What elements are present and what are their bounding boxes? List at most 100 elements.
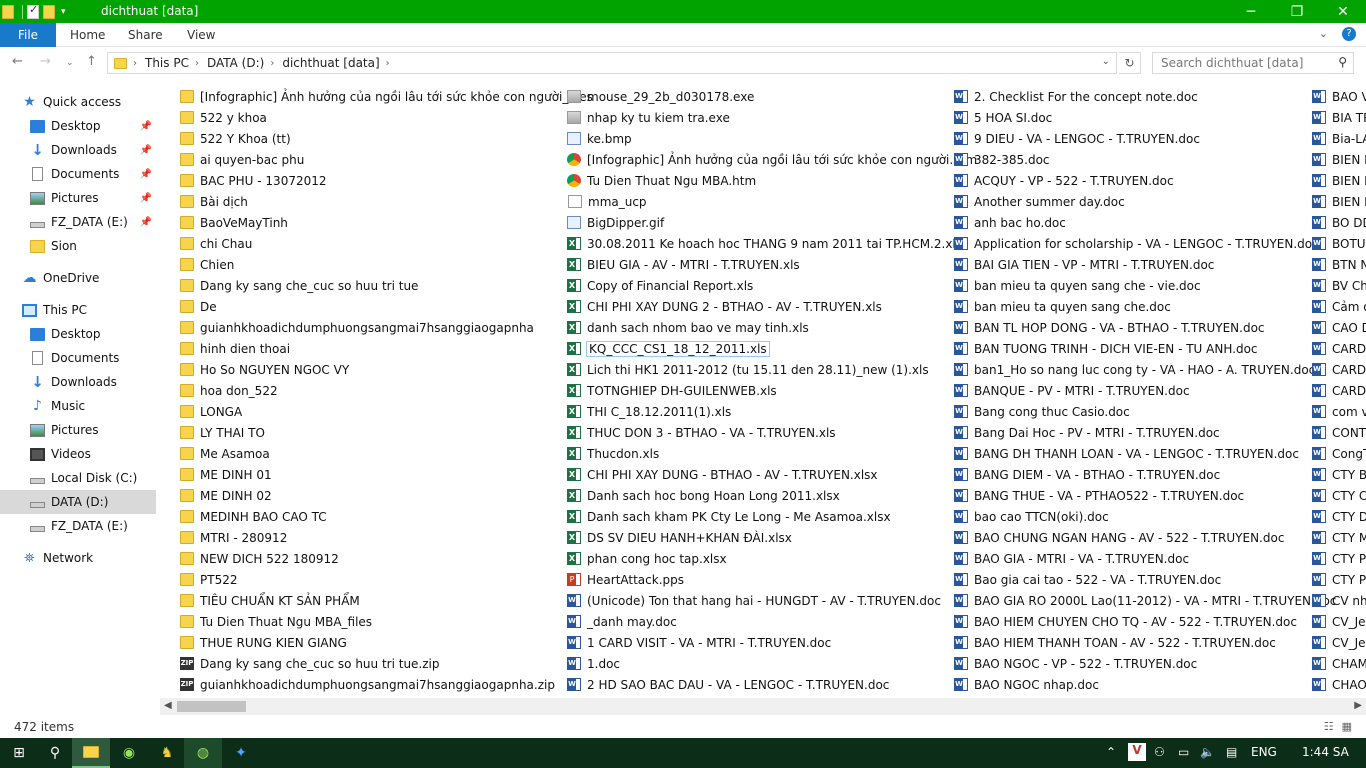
file-item[interactable]: CTY CU: [1312, 485, 1366, 506]
file-item[interactable]: MEDINH BAO CAO TC: [180, 506, 593, 527]
file-item[interactable]: TOTNGHIEP DH-GUILENWEB.xls: [567, 380, 977, 401]
sidebar-item[interactable]: ☁ OneDrive: [0, 266, 156, 290]
sidebar-item[interactable]: ↓ Downloads 📌: [0, 138, 156, 162]
sidebar-item[interactable]: Documents: [0, 346, 156, 370]
file-item[interactable]: guianhkhoadichdumphuongsangmai7hsanggiao…: [180, 317, 593, 338]
file-item[interactable]: CONTR: [1312, 422, 1366, 443]
app-taskbar-icon[interactable]: ♞: [148, 738, 186, 768]
file-item[interactable]: CARD V: [1312, 359, 1366, 380]
file-item[interactable]: NEW DICH 522 180912: [180, 548, 593, 569]
file-item[interactable]: DS SV DIEU HANH+KHAN ĐÀI.xlsx: [567, 527, 977, 548]
search-input[interactable]: Search dichthuat [data] ⚲: [1152, 52, 1354, 74]
file-item[interactable]: (Unicode) Ton that hang hai - HUNGDT - A…: [567, 590, 977, 611]
sidebar-item[interactable]: This PC: [0, 298, 156, 322]
file-item[interactable]: 9 DIEU - VA - LENGOC - T.TRUYEN.doc: [954, 128, 1336, 149]
file-item[interactable]: LY THAI TO: [180, 422, 593, 443]
file-item[interactable]: BAO NGOC - VP - 522 - T.TRUYEN.doc: [954, 653, 1336, 674]
pin-icon[interactable]: 📌: [140, 121, 152, 132]
file-item[interactable]: BV Cha: [1312, 275, 1366, 296]
file-item[interactable]: Tu Dien Thuat Ngu MBA_files: [180, 611, 593, 632]
large-icons-view-icon[interactable]: ▦: [1342, 720, 1352, 733]
file-item[interactable]: BAO HIEM THANH TOAN - AV - 522 - T.TRUYE…: [954, 632, 1336, 653]
help-icon[interactable]: ?: [1342, 27, 1356, 41]
file-item[interactable]: BO DD: [1312, 212, 1366, 233]
antivirus-icon[interactable]: V: [1128, 743, 1146, 761]
file-item[interactable]: BAO GIA - MTRI - VA - T.TRUYEN.doc: [954, 548, 1336, 569]
forward-button[interactable]: →: [40, 54, 51, 69]
file-item[interactable]: ke.bmp: [567, 128, 977, 149]
file-item[interactable]: Cảm ơ: [1312, 296, 1366, 317]
chevron-right-icon[interactable]: ›: [270, 58, 274, 69]
up-button[interactable]: ↑: [86, 54, 97, 69]
scroll-left-icon[interactable]: ◀: [164, 700, 172, 711]
file-item[interactable]: BAO HIEM CHUYEN CHO TQ - AV - 522 - T.TR…: [954, 611, 1336, 632]
file-item[interactable]: phan cong hoc tap.xlsx: [567, 548, 977, 569]
file-item[interactable]: ZIP guianhkhoadichdumphuongsangmai7hsangg…: [180, 674, 593, 695]
file-item[interactable]: Danh sach kham PK Cty Le Long - Me Asamo…: [567, 506, 977, 527]
action-center-icon[interactable]: ▤: [1226, 745, 1237, 759]
file-item[interactable]: Bao gia cai tao - 522 - VA - T.TRUYEN.do…: [954, 569, 1336, 590]
refresh-button[interactable]: ↻: [1119, 52, 1141, 74]
file-item[interactable]: anh bac ho.doc: [954, 212, 1336, 233]
file-item[interactable]: CV nhc: [1312, 590, 1366, 611]
volume-icon[interactable]: 🔈: [1200, 745, 1215, 759]
file-item[interactable]: bao cao TTCN(oki).doc: [954, 506, 1336, 527]
file-item[interactable]: ACQUY - VP - 522 - T.TRUYEN.doc: [954, 170, 1336, 191]
file-item[interactable]: mouse_29_2b_d030178.exe: [567, 86, 977, 107]
file-item[interactable]: KQ_CCC_CS1_18_12_2011.xls: [567, 338, 977, 359]
breadcrumb-drive[interactable]: DATA (D:): [207, 56, 264, 70]
file-item[interactable]: 1.doc: [567, 653, 977, 674]
file-item[interactable]: LONGA: [180, 401, 593, 422]
recent-locations-button[interactable]: ⌄: [66, 58, 74, 68]
chrome-taskbar-icon[interactable]: ◍: [184, 738, 222, 768]
language-indicator[interactable]: ENG: [1251, 745, 1277, 759]
file-item[interactable]: Application for scholarship - VA - LENGO…: [954, 233, 1336, 254]
sidebar-item[interactable]: Videos: [0, 442, 156, 466]
file-item[interactable]: Bang cong thuc Casio.doc: [954, 401, 1336, 422]
file-item[interactable]: ai quyen-bac phu: [180, 149, 593, 170]
file-item[interactable]: [Infographic] Ảnh hưởng của ngồi lâu tới…: [180, 86, 593, 107]
file-item[interactable]: Me Asamoa: [180, 443, 593, 464]
file-item[interactable]: BAO VI: [1312, 86, 1366, 107]
sidebar-item[interactable]: Sion: [0, 234, 156, 258]
file-item[interactable]: BOTUL: [1312, 233, 1366, 254]
start-button[interactable]: ⊞: [0, 738, 38, 768]
file-item[interactable]: BTN N: [1312, 254, 1366, 275]
file-item[interactable]: mma_ucp: [567, 191, 977, 212]
file-item[interactable]: hinh dien thoai: [180, 338, 593, 359]
chevron-right-icon[interactable]: ›: [195, 58, 199, 69]
file-item[interactable]: CV_Jen: [1312, 632, 1366, 653]
file-item[interactable]: Another summer day.doc: [954, 191, 1336, 212]
file-item[interactable]: CHI PHI XAY DUNG - BTHAO - AV - T.TRUYEN…: [567, 464, 977, 485]
sidebar-item[interactable]: Pictures: [0, 418, 156, 442]
file-item[interactable]: BAO CHUNG NGAN HANG - AV - 522 - T.TRUYE…: [954, 527, 1336, 548]
file-item[interactable]: 382-385.doc: [954, 149, 1336, 170]
file-item[interactable]: Chien: [180, 254, 593, 275]
file-item[interactable]: De: [180, 296, 593, 317]
file-item[interactable]: THUE RUNG KIEN GIANG: [180, 632, 593, 653]
file-item[interactable]: com va: [1312, 401, 1366, 422]
file-item[interactable]: ZIP Dang ky sang che_cuc so huu tri tue.z…: [180, 653, 593, 674]
file-item[interactable]: CTY PE: [1312, 548, 1366, 569]
file-item[interactable]: TIÊU CHUẨN KT SẢN PHẨM: [180, 590, 593, 611]
file-item[interactable]: BANG DIEM - VA - BTHAO - T.TRUYEN.doc: [954, 464, 1336, 485]
file-item[interactable]: CARD V: [1312, 380, 1366, 401]
pin-icon[interactable]: 📌: [140, 169, 152, 180]
address-dropdown-icon[interactable]: ⌄: [1102, 56, 1110, 67]
file-item[interactable]: Danh sach hoc bong Hoan Long 2011.xlsx: [567, 485, 977, 506]
file-item[interactable]: BIEU GIA - AV - MTRI - T.TRUYEN.xls: [567, 254, 977, 275]
minimize-button[interactable]: ─: [1228, 0, 1274, 23]
file-item[interactable]: BIEN B: [1312, 149, 1366, 170]
file-item[interactable]: BAN TUONG TRINH - DICH VIE-EN - TU ANH.d…: [954, 338, 1336, 359]
tab-view[interactable]: View: [187, 28, 215, 42]
sidebar-item[interactable]: ♪ Music: [0, 394, 156, 418]
scrollbar-thumb[interactable]: [177, 701, 246, 712]
file-item[interactable]: 2. Checklist For the concept note.doc: [954, 86, 1336, 107]
file-item[interactable]: Copy of Financial Report.xls: [567, 275, 977, 296]
file-item[interactable]: BAO GIA RO 2000L Lao(11-2012) - VA - MTR…: [954, 590, 1336, 611]
sidebar-item[interactable]: DATA (D:): [0, 490, 156, 514]
chevron-right-icon[interactable]: ›: [133, 58, 137, 69]
close-button[interactable]: ✕: [1320, 0, 1366, 23]
pin-icon[interactable]: 📌: [140, 145, 152, 156]
file-item[interactable]: Thucdon.xls: [567, 443, 977, 464]
